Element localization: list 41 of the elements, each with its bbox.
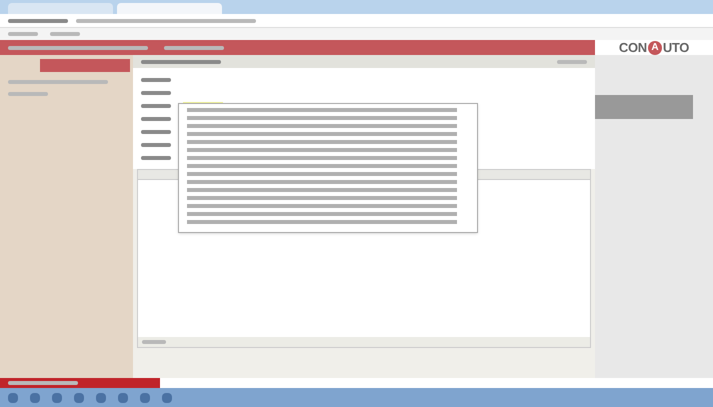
dropdown-item[interactable] bbox=[187, 204, 457, 208]
sidebar-item[interactable] bbox=[40, 59, 130, 72]
dropdown-item[interactable] bbox=[187, 156, 457, 160]
dropdown-item[interactable] bbox=[187, 140, 457, 144]
illegible-text bbox=[141, 116, 171, 120]
illegible-text bbox=[141, 142, 171, 146]
dropdown-item[interactable] bbox=[187, 132, 457, 136]
browser-tab[interactable] bbox=[8, 3, 113, 14]
browser-tab[interactable] bbox=[117, 3, 222, 14]
dropdown-item[interactable] bbox=[187, 212, 457, 216]
illegible-text bbox=[141, 90, 171, 94]
dropdown-item[interactable] bbox=[187, 172, 457, 176]
illegible-text bbox=[141, 104, 171, 108]
dropdown-item[interactable] bbox=[187, 148, 457, 152]
taskbar-icon[interactable] bbox=[30, 392, 40, 402]
illegible-text bbox=[141, 130, 171, 134]
illegible-text bbox=[142, 340, 166, 344]
illegible-text bbox=[141, 156, 171, 160]
taskbar-icon[interactable] bbox=[52, 392, 62, 402]
taskbar-icon[interactable] bbox=[8, 392, 18, 402]
dropdown-item[interactable] bbox=[187, 220, 457, 224]
illegible-text bbox=[141, 78, 171, 82]
taskbar-icon[interactable] bbox=[74, 392, 84, 402]
dropdown-item[interactable] bbox=[187, 180, 457, 184]
illegible-text bbox=[8, 381, 78, 385]
dropdown-item[interactable] bbox=[187, 108, 457, 112]
illegible-text bbox=[557, 60, 587, 64]
illegible-text bbox=[164, 46, 224, 50]
illegible-text bbox=[8, 92, 48, 96]
dropdown-item[interactable] bbox=[187, 196, 457, 200]
dropdown-item[interactable] bbox=[187, 188, 457, 192]
illegible-text bbox=[50, 32, 80, 36]
illegible-text bbox=[8, 18, 68, 22]
dropdown-item[interactable] bbox=[187, 124, 457, 128]
dropdown-item[interactable] bbox=[187, 116, 457, 120]
dropdown-item[interactable] bbox=[187, 164, 457, 168]
taskbar-icon[interactable] bbox=[162, 392, 172, 402]
taskbar-icon[interactable] bbox=[140, 392, 150, 402]
taskbar-icon[interactable] bbox=[96, 392, 106, 402]
illegible-text bbox=[8, 32, 38, 36]
taskbar-icon[interactable] bbox=[118, 392, 128, 402]
